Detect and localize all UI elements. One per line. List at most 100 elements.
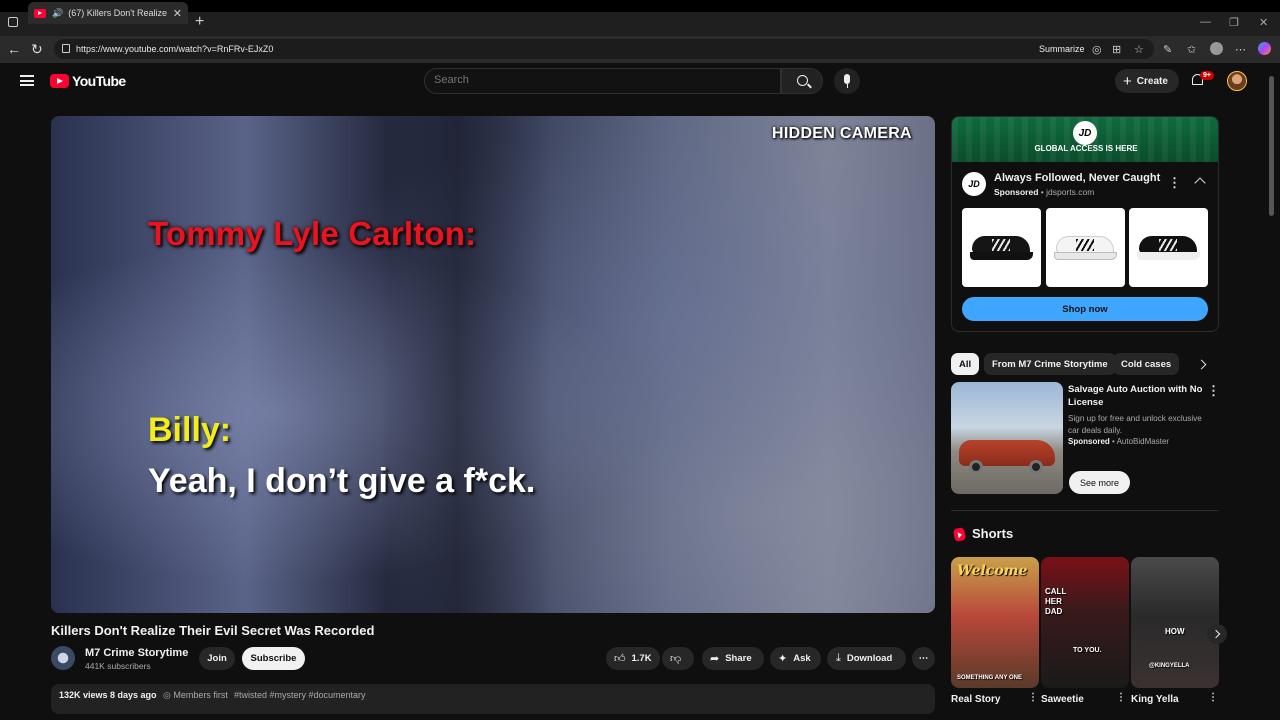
voice-search-icon[interactable] xyxy=(834,68,860,94)
short-title[interactable]: Saweetie xyxy=(1041,694,1084,705)
like-button[interactable]: 👍︎ 1.7K xyxy=(606,647,660,670)
share-button[interactable]: ➦ Share xyxy=(702,647,764,670)
new-tab-icon[interactable]: + xyxy=(195,14,204,30)
see-more-button[interactable]: See more xyxy=(1069,471,1130,494)
ad-banner[interactable]: JD GLOBAL ACCESS IS HERE xyxy=(952,117,1218,162)
shorts-next-button[interactable] xyxy=(1207,624,1227,644)
like-count: 1.7K xyxy=(631,653,652,664)
product-shoe-1[interactable] xyxy=(962,208,1041,287)
more-actions-button[interactable]: ⋯ xyxy=(912,647,935,670)
scrollbar-thumb[interactable] xyxy=(1269,76,1274,216)
search-button[interactable] xyxy=(781,68,823,94)
members-label: Members first xyxy=(173,690,228,700)
sparkle-icon: ✦ xyxy=(778,653,788,665)
youtube-logo-icon[interactable] xyxy=(50,74,69,88)
favorites-icon[interactable]: ✩ xyxy=(1187,43,1196,56)
download-label: Download xyxy=(846,653,893,664)
short-thumbnail[interactable]: Welcome SOMETHING ANY ONE xyxy=(951,557,1039,688)
hashtags[interactable]: #twisted #mystery #documentary xyxy=(234,690,366,700)
short-thumbnail[interactable]: HOW @KINGYELLA xyxy=(1131,557,1219,688)
ask-button[interactable]: ✦ Ask xyxy=(770,647,821,670)
back-icon[interactable]: ← xyxy=(7,41,21,57)
more-horizontal-icon: ⋯ xyxy=(918,653,929,664)
video-frame-shadow xyxy=(381,116,551,613)
video-overlay-label: HIDDEN CAMERA xyxy=(772,125,912,142)
extensions-icon[interactable]: ✎ xyxy=(1163,43,1172,56)
chip-all[interactable]: All xyxy=(951,353,980,375)
profile-icon[interactable] xyxy=(1210,42,1223,55)
channel-subscribers: 441K subscribers xyxy=(85,661,151,671)
shoe-sole xyxy=(1137,252,1200,260)
ad2-title[interactable]: Salvage Auto Auction with No License xyxy=(1068,383,1203,409)
shop-now-button[interactable]: Shop now xyxy=(962,297,1208,321)
search-input[interactable] xyxy=(434,74,764,86)
tab-actions-icon[interactable] xyxy=(8,17,18,27)
short-menu-icon[interactable]: ⋮ xyxy=(1208,692,1218,703)
url-text[interactable]: https://www.youtube.com/watch?v=RnFRv-EJ… xyxy=(76,44,273,54)
ad-menu-icon[interactable]: ⋮ xyxy=(1168,175,1181,191)
subscribe-button[interactable]: Subscribe xyxy=(242,647,305,670)
banner-jd-logo: JD xyxy=(1073,121,1097,145)
caption-speaker-2: Billy: xyxy=(148,411,232,449)
account-avatar[interactable] xyxy=(1227,71,1247,91)
chips-next-chevron-icon[interactable] xyxy=(1196,359,1207,370)
shoe-stripes xyxy=(992,239,1010,251)
short-title[interactable]: Real Story xyxy=(951,694,1000,705)
caption-line: Yeah, I don’t give a f*ck. xyxy=(148,462,536,500)
shoe-sole xyxy=(970,252,1033,260)
short-overlay-top: Welcome xyxy=(957,563,1028,579)
create-button[interactable]: + Create xyxy=(1115,69,1179,93)
ad2-thumbnail[interactable] xyxy=(951,382,1063,494)
ask-label: Ask xyxy=(793,653,811,664)
banner-text: GLOBAL ACCESS IS HERE xyxy=(1034,144,1138,153)
youtube-favicon-icon xyxy=(34,8,46,18)
speaker-icon[interactable]: 🔊 xyxy=(52,8,63,19)
chip-from-channel[interactable]: From M7 Crime Storytime xyxy=(984,353,1116,375)
ad-domain: • jdsports.com xyxy=(1038,187,1095,197)
product-shoe-3[interactable] xyxy=(1129,208,1208,287)
site-info-icon[interactable] xyxy=(62,44,70,53)
window-frame xyxy=(0,0,1280,12)
close-window-icon[interactable]: ✕ xyxy=(1259,16,1268,29)
video-player[interactable] xyxy=(51,116,935,613)
more-icon[interactable]: ⋯ xyxy=(1235,43,1246,56)
copilot-logo-icon[interactable] xyxy=(1258,42,1271,55)
download-button[interactable]: ⤓ Download xyxy=(827,647,906,670)
shoe-sole xyxy=(1054,252,1117,260)
youtube-logo-text[interactable]: YouTube xyxy=(72,73,126,89)
short-thumbnail[interactable]: CALL HER DAD TO YOU. xyxy=(1041,557,1129,688)
close-tab-icon[interactable]: ✕ xyxy=(173,7,182,20)
refresh-icon[interactable]: ↻ xyxy=(31,41,43,57)
share-icon: ➦ xyxy=(710,653,720,665)
short-title[interactable]: King Yella xyxy=(1131,694,1179,705)
ad-title[interactable]: Always Followed, Never Caught xyxy=(994,172,1160,184)
dislike-button[interactable]: 👎︎ xyxy=(662,647,694,670)
copilot-icon[interactable]: ◎ xyxy=(1092,43,1102,56)
maximize-icon[interactable]: ❐ xyxy=(1229,16,1239,29)
app-icon[interactable]: ⊞ xyxy=(1112,43,1121,56)
ad2-sponsor-line: Sponsored • AutoBidMaster xyxy=(1068,437,1169,446)
short-menu-icon[interactable]: ⋮ xyxy=(1116,692,1126,703)
short-overlay-top: HOW xyxy=(1165,627,1185,636)
share-label: Share xyxy=(725,653,752,664)
channel-name[interactable]: M7 Crime Storytime xyxy=(85,647,188,659)
summarize-button[interactable]: Summarize xyxy=(1039,44,1085,54)
advertiser-logo[interactable]: JD xyxy=(962,172,986,196)
join-button[interactable]: Join xyxy=(199,647,235,670)
thumbs-down-icon: 👎︎ xyxy=(670,653,682,665)
short-menu-icon[interactable]: ⋮ xyxy=(1028,692,1038,703)
tab-bar xyxy=(0,12,1280,36)
browser-tab[interactable]: 🔊 (67) Killers Don't Realize Th... ✕ xyxy=(28,2,188,24)
shoe-stripes xyxy=(1076,239,1094,251)
plus-icon: + xyxy=(1123,72,1132,90)
favorite-star-icon[interactable]: ☆ xyxy=(1134,43,1144,56)
shorts-heading: Shorts xyxy=(972,526,1014,541)
shoe-stripes xyxy=(1159,239,1177,251)
hamburger-menu-icon[interactable] xyxy=(20,75,34,86)
minimize-icon[interactable]: — xyxy=(1200,16,1211,28)
channel-avatar[interactable] xyxy=(51,646,75,670)
chip-cold-cases[interactable]: Cold cases xyxy=(1113,353,1180,375)
product-shoe-2[interactable] xyxy=(1046,208,1125,287)
ad2-menu-icon[interactable]: ⋮ xyxy=(1207,383,1220,399)
caption-speaker-1: Tommy Lyle Carlton: xyxy=(148,215,477,252)
